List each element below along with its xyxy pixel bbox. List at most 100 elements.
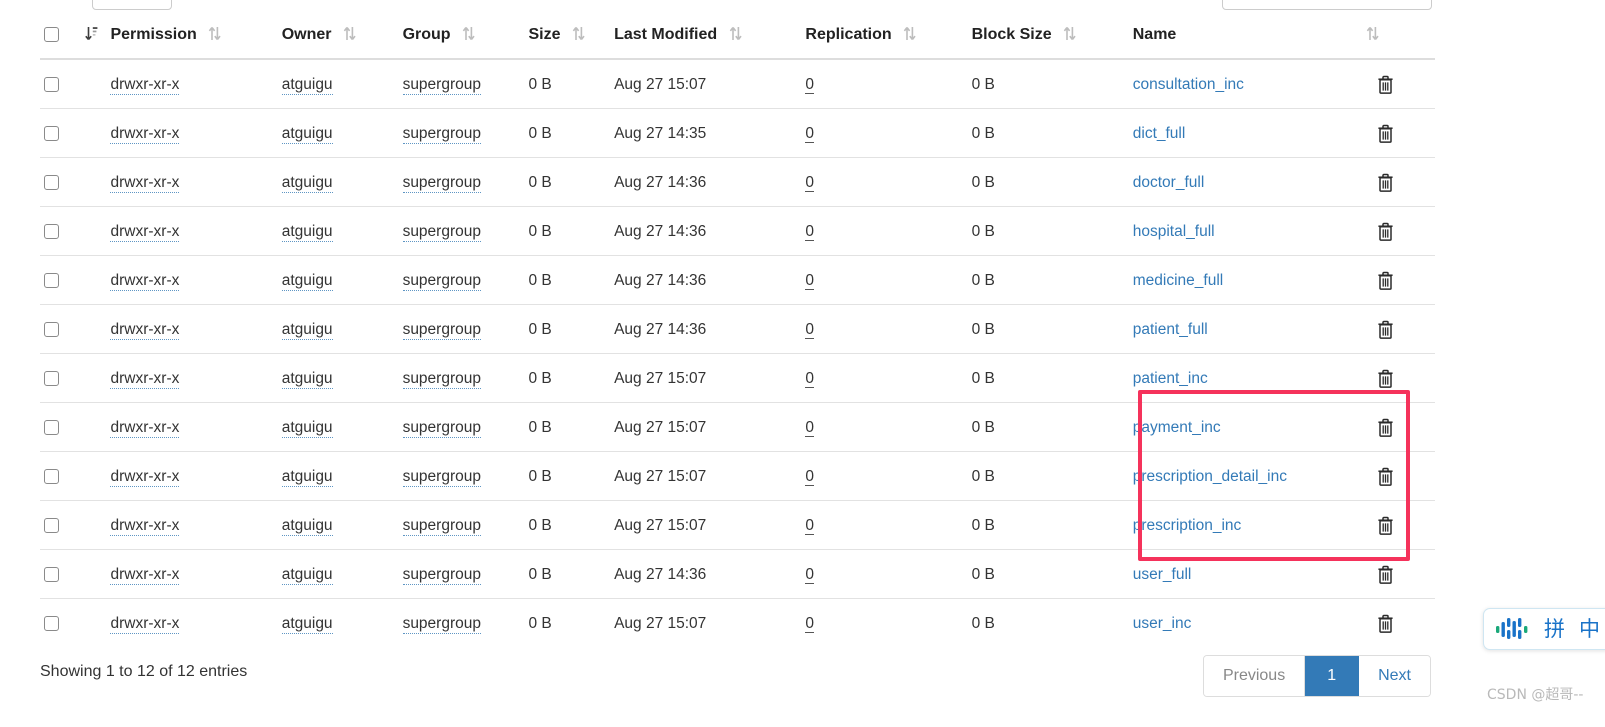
- row-select-cell[interactable]: [40, 157, 79, 207]
- sort-both-icon[interactable]: [1366, 26, 1379, 41]
- header-permission[interactable]: Permission: [110, 26, 282, 60]
- row-select-cell[interactable]: [40, 598, 79, 647]
- pagination-previous[interactable]: Previous: [1203, 656, 1306, 696]
- row-checkbox[interactable]: [44, 321, 59, 337]
- group-value[interactable]: supergroup: [402, 124, 481, 144]
- page-length-select[interactable]: [92, 0, 172, 10]
- row-select-cell[interactable]: [40, 59, 78, 109]
- permission-value[interactable]: drwxr-xr-x: [110, 418, 180, 438]
- header-name[interactable]: Name: [1132, 26, 1360, 60]
- replication-value[interactable]: 0: [805, 173, 815, 192]
- group-value[interactable]: supergroup: [402, 565, 481, 585]
- owner-value[interactable]: atguigu: [281, 614, 333, 634]
- ime-toolbar[interactable]: 拼 中: [1483, 608, 1605, 650]
- header-replication[interactable]: Replication: [805, 26, 972, 60]
- row-checkbox[interactable]: [44, 223, 59, 239]
- owner-value[interactable]: atguigu: [281, 222, 333, 242]
- file-name-link[interactable]: user_full: [1133, 566, 1192, 583]
- replication-value[interactable]: 0: [805, 222, 815, 241]
- row-select-cell[interactable]: [40, 402, 79, 452]
- header-sort-primary[interactable]: [78, 26, 111, 60]
- permission-value[interactable]: drwxr-xr-x: [110, 516, 180, 536]
- header-owner[interactable]: Owner: [281, 26, 403, 60]
- search-input[interactable]: [1222, 0, 1432, 10]
- owner-value[interactable]: atguigu: [281, 173, 333, 193]
- group-value[interactable]: supergroup: [402, 467, 481, 487]
- header-last-modified[interactable]: Last Modified: [614, 26, 806, 60]
- delete-icon[interactable]: [1377, 516, 1394, 535]
- row-select-cell[interactable]: [40, 304, 79, 354]
- group-value[interactable]: supergroup: [402, 516, 481, 536]
- ime-input-method-label[interactable]: 拼: [1544, 618, 1565, 640]
- file-name-link[interactable]: patient_full: [1133, 321, 1208, 338]
- replication-value[interactable]: 0: [805, 369, 815, 388]
- delete-icon[interactable]: [1377, 271, 1394, 290]
- delete-icon[interactable]: [1377, 173, 1394, 192]
- pagination-page-1[interactable]: 1: [1305, 656, 1360, 696]
- replication-value[interactable]: 0: [805, 467, 815, 486]
- row-checkbox[interactable]: [44, 272, 59, 288]
- file-name-link[interactable]: payment_inc: [1133, 419, 1221, 436]
- file-name-link[interactable]: user_inc: [1133, 615, 1192, 632]
- row-select-cell[interactable]: [40, 451, 79, 501]
- permission-value[interactable]: drwxr-xr-x: [110, 75, 180, 95]
- owner-value[interactable]: atguigu: [281, 516, 333, 536]
- ime-logo-icon[interactable]: [1496, 617, 1530, 641]
- row-checkbox[interactable]: [44, 419, 59, 435]
- row-checkbox[interactable]: [44, 76, 59, 92]
- delete-icon[interactable]: [1377, 75, 1394, 94]
- pagination-next[interactable]: Next: [1359, 656, 1430, 696]
- row-checkbox[interactable]: [44, 566, 59, 582]
- row-select-cell[interactable]: [40, 500, 79, 550]
- replication-value[interactable]: 0: [805, 565, 815, 584]
- sort-both-icon[interactable]: [572, 26, 585, 41]
- replication-value[interactable]: 0: [805, 614, 815, 633]
- delete-icon[interactable]: [1377, 614, 1394, 633]
- replication-value[interactable]: 0: [805, 418, 815, 437]
- group-value[interactable]: supergroup: [402, 173, 481, 193]
- permission-value[interactable]: drwxr-xr-x: [110, 320, 180, 340]
- row-checkbox[interactable]: [44, 615, 59, 631]
- sort-both-icon[interactable]: [729, 26, 742, 41]
- delete-icon[interactable]: [1377, 320, 1394, 339]
- header-block-size[interactable]: Block Size: [971, 26, 1133, 60]
- delete-icon[interactable]: [1377, 467, 1394, 486]
- file-name-link[interactable]: dict_full: [1133, 125, 1186, 142]
- row-checkbox[interactable]: [44, 468, 59, 484]
- owner-value[interactable]: atguigu: [281, 369, 333, 389]
- owner-value[interactable]: atguigu: [281, 271, 333, 291]
- file-name-link[interactable]: patient_inc: [1133, 370, 1208, 387]
- file-name-link[interactable]: medicine_full: [1133, 272, 1223, 289]
- permission-value[interactable]: drwxr-xr-x: [110, 614, 180, 634]
- row-checkbox[interactable]: [44, 517, 59, 533]
- group-value[interactable]: supergroup: [402, 320, 481, 340]
- owner-value[interactable]: atguigu: [281, 75, 333, 95]
- row-checkbox[interactable]: [44, 370, 59, 386]
- file-name-link[interactable]: doctor_full: [1133, 174, 1205, 191]
- delete-icon[interactable]: [1377, 222, 1394, 241]
- replication-value[interactable]: 0: [805, 271, 815, 290]
- permission-value[interactable]: drwxr-xr-x: [110, 124, 180, 144]
- ime-language-label[interactable]: 中: [1579, 618, 1600, 640]
- sort-both-icon[interactable]: [462, 26, 475, 41]
- delete-icon[interactable]: [1377, 369, 1394, 388]
- owner-value[interactable]: atguigu: [281, 565, 333, 585]
- group-value[interactable]: supergroup: [402, 369, 481, 389]
- header-actions[interactable]: [1359, 26, 1435, 60]
- file-name-link[interactable]: consultation_inc: [1133, 76, 1244, 93]
- group-value[interactable]: supergroup: [402, 222, 481, 242]
- permission-value[interactable]: drwxr-xr-x: [110, 565, 180, 585]
- row-select-cell[interactable]: [40, 206, 79, 256]
- select-all-checkbox[interactable]: [44, 27, 59, 43]
- header-size[interactable]: Size: [528, 26, 615, 60]
- delete-icon[interactable]: [1377, 124, 1394, 143]
- header-select-all[interactable]: [40, 26, 79, 60]
- header-group[interactable]: Group: [402, 26, 529, 60]
- group-value[interactable]: supergroup: [402, 614, 481, 634]
- sort-both-icon[interactable]: [343, 26, 356, 41]
- group-value[interactable]: supergroup: [402, 75, 481, 95]
- replication-value[interactable]: 0: [805, 516, 815, 535]
- replication-value[interactable]: 0: [805, 124, 815, 143]
- delete-icon[interactable]: [1377, 565, 1394, 584]
- owner-value[interactable]: atguigu: [281, 418, 333, 438]
